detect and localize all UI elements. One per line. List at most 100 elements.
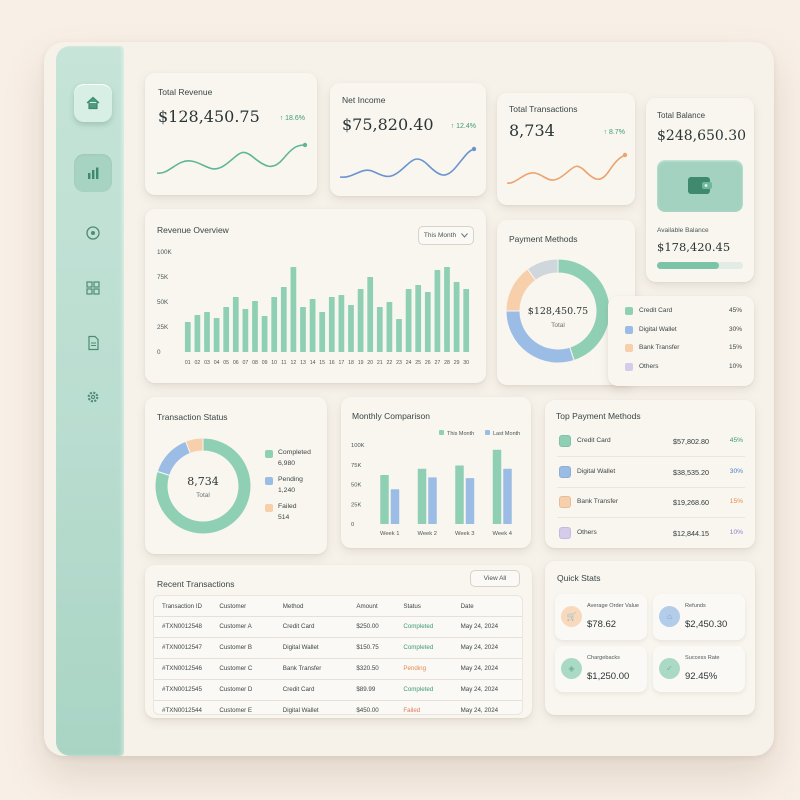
revenue-bar	[444, 267, 450, 352]
table-cell: May 24, 2024	[458, 657, 522, 679]
table-cell: Customer D	[217, 678, 281, 700]
nav-apps[interactable]	[74, 269, 112, 307]
total-balance-label: Total Balance	[657, 111, 706, 120]
y-tick-label: 25K	[351, 502, 361, 508]
bank-icon	[559, 496, 571, 508]
bar-chart-icon	[88, 167, 99, 179]
nav-home[interactable]	[74, 84, 112, 122]
table-row[interactable]: #TXN0012544 Customer E Digital Wallet $450.…	[154, 699, 522, 721]
column-header[interactable]: Method	[281, 598, 355, 616]
nav-settings[interactable]	[74, 378, 112, 416]
x-tick-label: 05	[223, 360, 229, 366]
available-balance-track	[657, 262, 743, 269]
status-legend-value: 6,980	[278, 460, 296, 467]
table-cell: Customer B	[217, 636, 281, 658]
column-header[interactable]: Amount	[354, 598, 401, 616]
transaction-status-total-label: Total	[196, 492, 210, 499]
payment-method-row[interactable]: Bank Transfer $19,268.60 15%	[557, 489, 745, 518]
y-tick-label: 25K	[157, 324, 169, 331]
revenue-bar	[271, 297, 278, 352]
quick-stat-label: Refunds	[685, 603, 706, 609]
revenue-bar	[463, 289, 470, 352]
table-row[interactable]: #TXN0012547 Customer B Digital Wallet $150.…	[154, 636, 522, 658]
nav-analytics[interactable]	[74, 154, 112, 192]
quick-stat-tile[interactable]: ◈ Chargebacks $1,250.00	[555, 646, 647, 692]
x-tick-label: 09	[262, 360, 268, 366]
table-cell: Customer C	[217, 657, 281, 679]
column-header[interactable]: Customer	[217, 598, 280, 616]
nav-goals[interactable]	[74, 214, 112, 252]
revenue-bar	[204, 312, 210, 352]
nav-reports[interactable]	[74, 324, 112, 362]
document-icon	[88, 335, 99, 351]
x-tick-label: 26	[425, 360, 431, 366]
recent-transactions-title: Recent Transactions	[157, 579, 235, 589]
payment-method-row[interactable]: Digital Wallet $38,535.20 30%	[557, 459, 745, 488]
quick-stat-tile[interactable]: ⌂ Refunds $2,450.30	[653, 594, 745, 640]
comparison-bar	[428, 477, 437, 524]
table-cell: Completed	[401, 615, 459, 637]
target-icon	[86, 226, 100, 240]
x-tick-label: Week 1	[380, 531, 400, 537]
x-tick-label: Week 3	[455, 531, 475, 537]
legend-swatch	[625, 344, 633, 352]
column-header[interactable]: Date	[459, 598, 522, 616]
quick-stat-tile[interactable]: 🛒 Average Order Value $78.62	[555, 594, 647, 640]
quick-stat-value: $1,250.00	[587, 671, 630, 682]
y-tick-label: 0	[351, 522, 354, 528]
quick-stat-tile[interactable]: ✓ Success Rate 92.45%	[653, 646, 745, 692]
total-transactions-value: 8,734	[509, 121, 555, 140]
series-legend-label: This Month	[447, 431, 474, 437]
x-tick-label: 19	[358, 360, 364, 366]
monthly-comparison-card: Monthly Comparison 100K 75K 50K 25K 0 This Mo…	[341, 397, 531, 548]
table-cell: Failed	[401, 699, 459, 721]
x-tick-label: 25	[415, 360, 421, 366]
y-tick-label: 75K	[157, 274, 169, 281]
comparison-bar	[503, 468, 512, 524]
y-tick-label: 0	[157, 349, 161, 356]
table-cell: Completed	[401, 678, 459, 700]
transactions-table-container: Transaction ID Customer Method Amount Status…	[153, 595, 523, 721]
total-revenue-label: Total Revenue	[158, 87, 213, 97]
table-row[interactable]: #TXN0012546 Customer C Bank Transfer $320.5…	[154, 657, 522, 679]
payment-method-row[interactable]: Credit Card $57,802.80 45%	[557, 428, 745, 457]
payment-method-name: Others	[577, 528, 597, 536]
revenue-bar	[232, 297, 239, 352]
x-tick-label: 11	[281, 360, 286, 366]
revenue-bar	[213, 318, 220, 352]
table-cell: May 24, 2024	[458, 699, 522, 721]
status-legend-label: Failed	[278, 503, 297, 510]
revenue-bar	[405, 289, 412, 352]
table-cell: #TXN0012544	[154, 699, 218, 721]
payment-method-name: Digital Wallet	[577, 467, 616, 475]
x-tick-label: 07	[243, 360, 249, 366]
payment-method-row[interactable]: Others $12,844.15 10%	[557, 520, 745, 549]
available-balance-label: Available Balance	[657, 227, 709, 234]
column-header[interactable]: Transaction ID	[154, 598, 217, 616]
total-transactions-delta: ↑ 8.7%	[603, 129, 625, 136]
table-cell: $89.99	[354, 678, 402, 700]
refund-icon: ⌂	[659, 606, 680, 627]
quick-stat-label: Average Order Value	[587, 603, 640, 609]
payment-method-pct: 15%	[729, 498, 743, 505]
series-legend-label: Last Month	[493, 431, 520, 437]
table-row[interactable]: #TXN0012545 Customer D Credit Card $89.99 Co…	[154, 678, 522, 700]
available-balance-fill	[657, 262, 719, 269]
payment-methods-total-value: $128,450.75	[527, 306, 589, 317]
revenue-bar	[261, 316, 268, 352]
status-legend-value: 1,240	[278, 487, 296, 494]
table-row[interactable]: #TXN0012548 Customer A Credit Card $250.00 C…	[154, 615, 522, 637]
column-header[interactable]: Status	[401, 598, 458, 616]
sidebar	[56, 46, 124, 756]
legend-value: 45%	[728, 307, 742, 314]
status-legend-swatch	[265, 477, 273, 485]
x-tick-label: 23	[396, 360, 402, 366]
x-tick-label: 30	[463, 360, 469, 366]
table-cell: Bank Transfer	[280, 657, 355, 679]
x-tick-label: 16	[329, 360, 335, 366]
wallet-icon	[559, 465, 571, 478]
payment-slice	[505, 268, 537, 312]
payment-methods-legend: Credit Card 45% Digital Wallet 30% Bank Tran…	[608, 296, 754, 386]
transactions-table: Transaction ID Customer Method Amount Status…	[154, 598, 522, 721]
view-all-button[interactable]: View All	[470, 570, 520, 587]
